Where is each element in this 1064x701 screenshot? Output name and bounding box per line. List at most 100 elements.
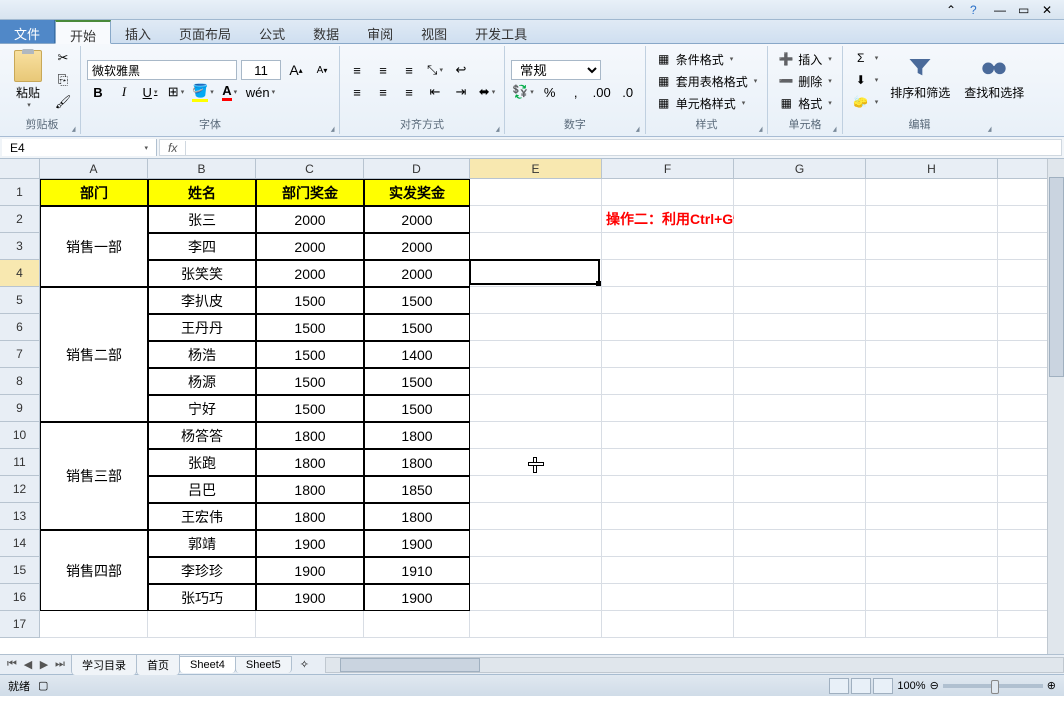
cell[interactable]: [734, 557, 866, 584]
cell[interactable]: 2000: [364, 206, 470, 233]
row-header-17[interactable]: 17: [0, 611, 40, 638]
align-middle-button[interactable]: ≡: [372, 60, 394, 80]
cell[interactable]: [602, 422, 734, 449]
cell[interactable]: 1900: [364, 530, 470, 557]
cell[interactable]: [470, 476, 602, 503]
tab-file[interactable]: 文件: [0, 20, 55, 43]
bold-button[interactable]: B: [87, 82, 109, 102]
delete-cells-button[interactable]: ➖删除▾: [774, 71, 836, 91]
number-format-select[interactable]: 常规: [511, 60, 601, 80]
sheet-tab-home[interactable]: 首页: [136, 654, 180, 675]
clear-button[interactable]: 🧽▾: [849, 92, 883, 112]
row-header-1[interactable]: 1: [0, 179, 40, 206]
zoom-out-button[interactable]: ⊖: [930, 679, 939, 692]
cell[interactable]: 1400: [364, 341, 470, 368]
column-header-F[interactable]: F: [602, 159, 734, 179]
name-box[interactable]: E4 ▾: [2, 139, 157, 156]
decrease-indent-button[interactable]: ⇤: [424, 82, 446, 102]
tab-view[interactable]: 视图: [407, 20, 461, 43]
cell[interactable]: [734, 341, 866, 368]
font-color-button[interactable]: A▾: [219, 82, 241, 102]
cell[interactable]: 1500: [256, 314, 364, 341]
cell[interactable]: [602, 314, 734, 341]
cell[interactable]: [470, 179, 602, 206]
cell[interactable]: [470, 530, 602, 557]
cell[interactable]: [866, 530, 998, 557]
cell[interactable]: [602, 233, 734, 260]
prev-sheet-button[interactable]: ◀: [20, 657, 36, 673]
font-family-select[interactable]: [87, 60, 237, 80]
cell[interactable]: 1900: [256, 557, 364, 584]
cell[interactable]: 吕巴: [148, 476, 256, 503]
cell[interactable]: 张巧巧: [148, 584, 256, 611]
sheet-tab-sheet5[interactable]: Sheet5: [235, 656, 292, 673]
row-header-11[interactable]: 11: [0, 449, 40, 476]
row-header-10[interactable]: 10: [0, 422, 40, 449]
cell[interactable]: 张笑笑: [148, 260, 256, 287]
cell[interactable]: [470, 206, 602, 233]
cell[interactable]: 1500: [364, 287, 470, 314]
cell[interactable]: [866, 233, 998, 260]
cell[interactable]: [602, 503, 734, 530]
row-header-13[interactable]: 13: [0, 503, 40, 530]
cell[interactable]: [734, 260, 866, 287]
shrink-font-button[interactable]: A▾: [311, 60, 333, 80]
format-painter-button[interactable]: 🖌: [52, 92, 74, 112]
cut-button[interactable]: ✂: [52, 48, 74, 68]
cell[interactable]: [470, 314, 602, 341]
row-header-12[interactable]: 12: [0, 476, 40, 503]
cell[interactable]: [734, 422, 866, 449]
cell[interactable]: [602, 476, 734, 503]
cell[interactable]: 部门: [40, 179, 148, 206]
cell[interactable]: [470, 611, 602, 638]
cell[interactable]: [734, 233, 866, 260]
cell[interactable]: 1850: [364, 476, 470, 503]
cell[interactable]: 王丹丹: [148, 314, 256, 341]
column-header-B[interactable]: B: [148, 159, 256, 179]
row-header-6[interactable]: 6: [0, 314, 40, 341]
cell[interactable]: 李四: [148, 233, 256, 260]
cell[interactable]: [866, 503, 998, 530]
cell[interactable]: [734, 206, 866, 233]
cell[interactable]: [734, 179, 866, 206]
tab-insert[interactable]: 插入: [111, 20, 165, 43]
cell[interactable]: [734, 314, 866, 341]
cell[interactable]: [470, 395, 602, 422]
cell[interactable]: 操作二：利用Ctrl+G快速核对两列数据差异: [602, 206, 734, 233]
cell[interactable]: [470, 422, 602, 449]
sheet-tab-study[interactable]: 学习目录: [71, 654, 137, 675]
insert-cells-button[interactable]: ➕插入▾: [774, 49, 836, 69]
minimize-icon[interactable]: —: [994, 3, 1008, 17]
cell[interactable]: [470, 233, 602, 260]
cell[interactable]: [866, 476, 998, 503]
cell[interactable]: 2000: [256, 260, 364, 287]
column-header-C[interactable]: C: [256, 159, 364, 179]
grow-font-button[interactable]: A▴: [285, 60, 307, 80]
cell[interactable]: 实发奖金: [364, 179, 470, 206]
cell[interactable]: [470, 260, 602, 287]
restore-icon[interactable]: ▭: [1018, 3, 1032, 17]
cell[interactable]: [602, 557, 734, 584]
zoom-slider[interactable]: [943, 684, 1043, 688]
cell[interactable]: 1500: [364, 368, 470, 395]
cell[interactable]: 杨源: [148, 368, 256, 395]
align-right-button[interactable]: ≡: [398, 82, 420, 102]
cell[interactable]: [470, 584, 602, 611]
cell[interactable]: 部门奖金: [256, 179, 364, 206]
macro-record-icon[interactable]: ▢: [38, 679, 48, 692]
cell[interactable]: 1500: [256, 341, 364, 368]
cell[interactable]: 1900: [256, 584, 364, 611]
cell[interactable]: [364, 611, 470, 638]
ribbon-collapse-icon[interactable]: ⌃: [946, 3, 960, 17]
cell[interactable]: [734, 530, 866, 557]
cell[interactable]: 2000: [256, 233, 364, 260]
cell[interactable]: [866, 314, 998, 341]
dept-cell[interactable]: 销售一部: [40, 206, 148, 287]
cell[interactable]: [602, 260, 734, 287]
italic-button[interactable]: I: [113, 82, 135, 102]
cell[interactable]: [866, 179, 998, 206]
cell[interactable]: 2000: [256, 206, 364, 233]
cell[interactable]: 李扒皮: [148, 287, 256, 314]
dept-cell[interactable]: 销售四部: [40, 530, 148, 611]
conditional-format-button[interactable]: ▦条件格式▾: [652, 49, 762, 69]
